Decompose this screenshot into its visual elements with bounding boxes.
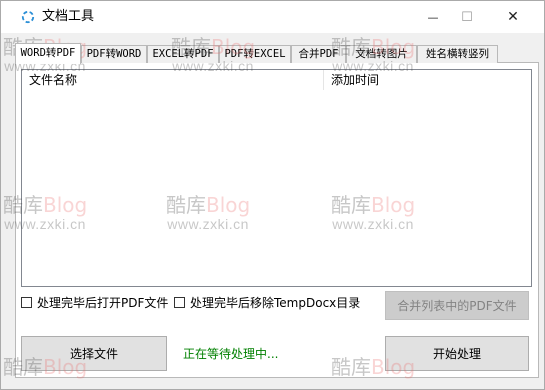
merge-pdf-button[interactable]: 合并列表中的PDF文件 [385, 291, 529, 320]
start-process-button[interactable]: 开始处理 [385, 336, 529, 371]
tab-doc-to-image[interactable]: 文档转图片 [346, 45, 417, 63]
title-bar: 文档工具 — ☐ ✕ [1, 1, 544, 33]
status-text: 正在等待处理中... [183, 347, 279, 361]
open-after-checkbox[interactable]: 处理完毕后打开PDF文件 [21, 294, 168, 310]
close-button[interactable]: ✕ [491, 1, 535, 33]
checkbox-box[interactable] [174, 296, 185, 308]
column-label: 文件名称 [29, 73, 78, 87]
column-header-added-time[interactable]: 添加时间 [324, 70, 531, 90]
app-window: 文档工具 — ☐ ✕ WORD转PDF PDF转WORD EXCEL转PDF P… [0, 0, 545, 390]
tab-label: EXCEL转PDF [152, 48, 214, 60]
file-list[interactable]: 文件名称 添加时间 [21, 69, 532, 287]
list-header: 文件名称 添加时间 [22, 70, 531, 90]
tab-word-to-pdf[interactable]: WORD转PDF [15, 43, 81, 64]
tab-label: 姓名横转竖列 [426, 48, 489, 60]
tab-label: PDF转WORD [86, 48, 142, 60]
maximize-icon: ☐ [461, 9, 473, 25]
maximize-button[interactable]: ☐ [445, 1, 489, 33]
checkbox-label: 处理完毕后打开PDF文件 [37, 295, 169, 310]
minimize-icon: — [427, 10, 439, 24]
window-title: 文档工具 [42, 9, 95, 24]
remove-temp-checkbox[interactable]: 处理完毕后移除TempDocx目录 [174, 294, 360, 310]
tab-label: 文档转图片 [355, 48, 408, 60]
tab-label: 合并PDF [298, 48, 339, 60]
tab-merge-pdf[interactable]: 合并PDF [291, 45, 346, 63]
button-label: 合并列表中的PDF文件 [397, 299, 517, 313]
tab-pdf-to-excel[interactable]: PDF转EXCEL [219, 45, 291, 63]
tab-label: PDF转EXCEL [224, 48, 286, 60]
tab-name-transpose[interactable]: 姓名横转竖列 [417, 45, 498, 63]
close-icon: ✕ [507, 9, 519, 25]
button-label: 选择文件 [69, 347, 118, 361]
column-header-filename[interactable]: 文件名称 [22, 70, 324, 90]
tab-label: WORD转PDF [20, 47, 76, 59]
tab-pdf-to-word[interactable]: PDF转WORD [81, 45, 147, 63]
tab-strip: WORD转PDF PDF转WORD EXCEL转PDF PDF转EXCEL 合并… [15, 43, 535, 64]
choose-file-button[interactable]: 选择文件 [21, 336, 167, 371]
tab-excel-to-pdf[interactable]: EXCEL转PDF [147, 45, 219, 63]
checkbox-label: 处理完毕后移除TempDocx目录 [190, 295, 361, 310]
app-spinner-icon [21, 10, 35, 24]
button-label: 开始处理 [432, 347, 481, 361]
column-label: 添加时间 [331, 73, 380, 87]
checkbox-box[interactable] [21, 296, 32, 308]
